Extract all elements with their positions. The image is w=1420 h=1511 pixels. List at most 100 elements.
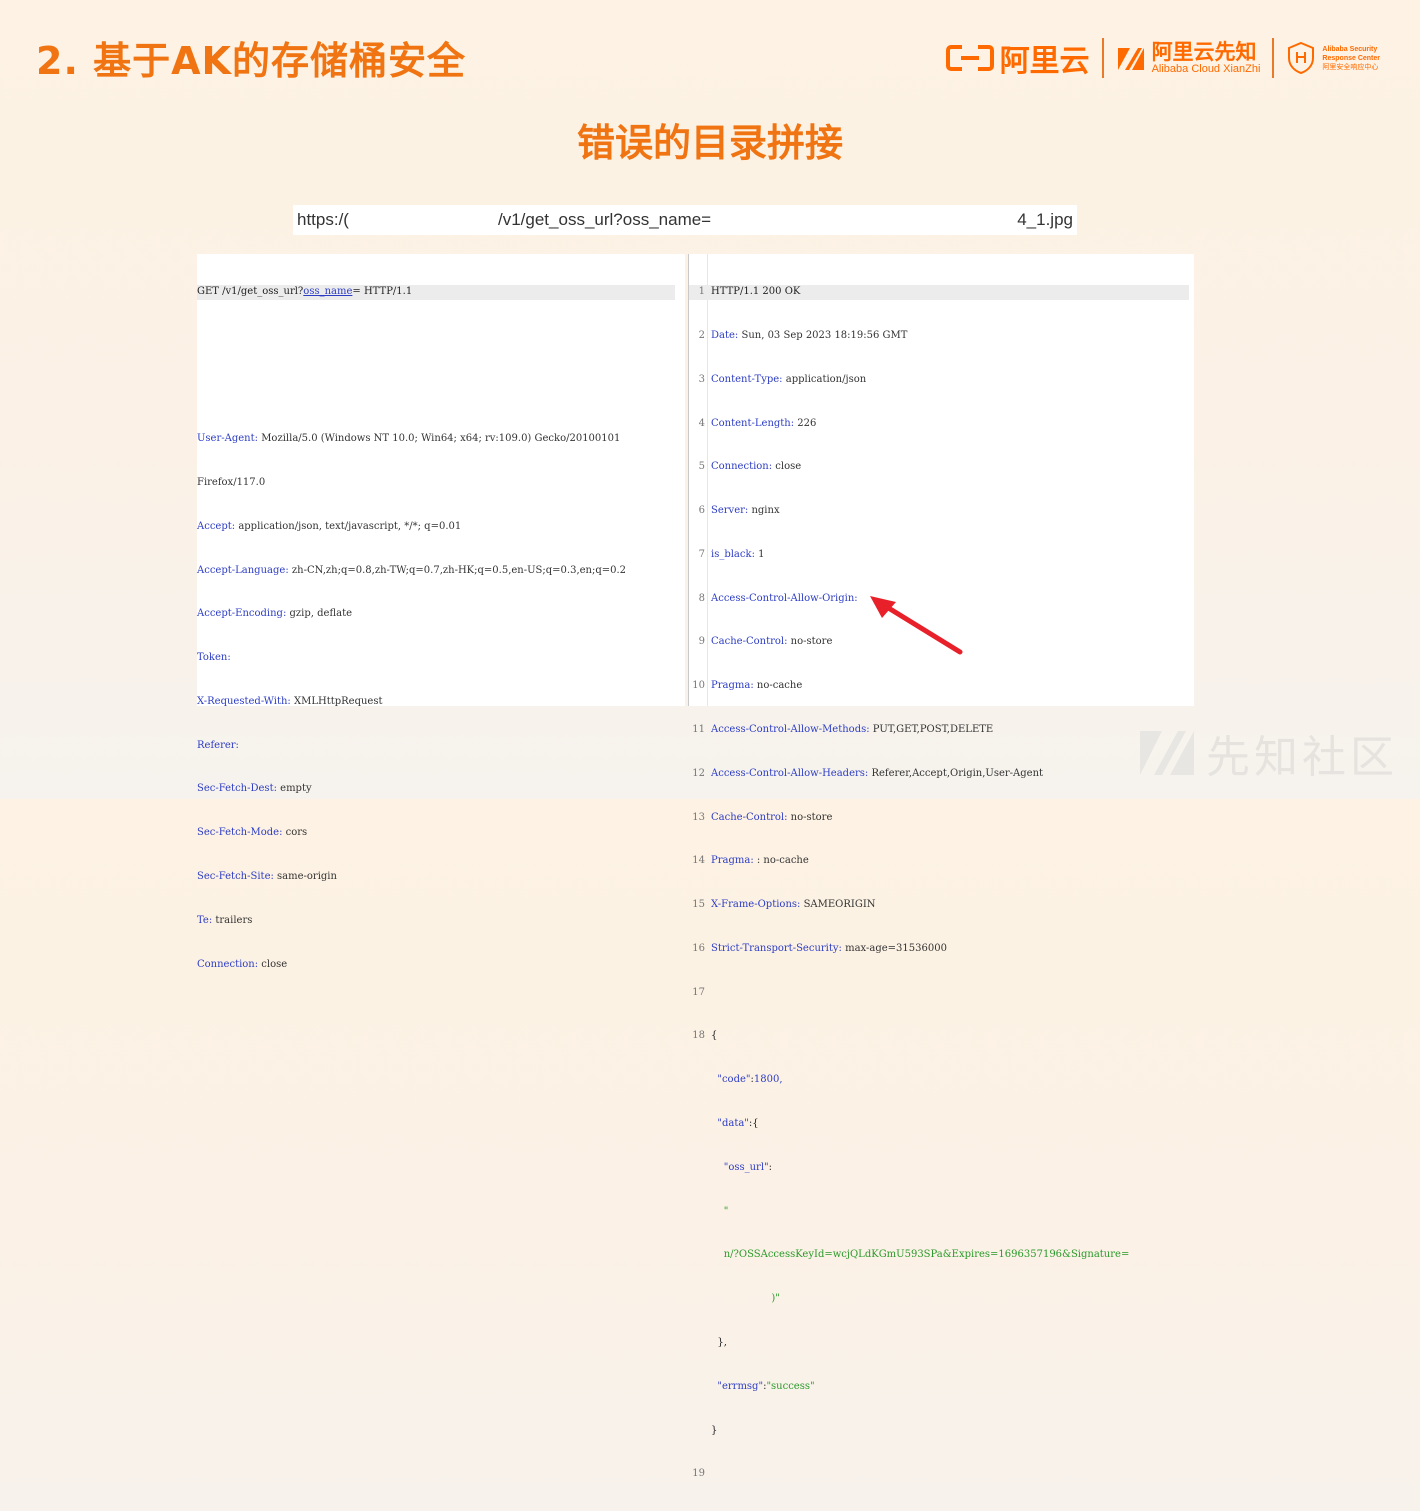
url-bar: https:/( /v1/get_oss_url?oss_name= 4_1.j… [293,205,1077,235]
xianzhi-logo-en: Alibaba Cloud XianZhi [1151,62,1261,75]
header-key: Content-Type [711,373,780,385]
line-number: 11 [692,724,705,735]
header-key: Accept [197,520,232,532]
header-key: X-Frame-Options [711,899,798,911]
header-value: Referer,Accept,Origin,User-Agent [868,767,1044,779]
header-key: Sec-Fetch-Mode [197,827,280,839]
header-value: zh-CN,zh;q=0.8,zh-TW;q=0.7,zh-HK;q=0.5,e… [288,564,627,576]
header-value: no-store [787,636,833,648]
header-value: same-origin [273,871,337,882]
header-row: Connection: close [197,958,288,970]
json-brace: :{ [748,1118,759,1130]
response-header-row: 6 Server: nginx [689,504,1189,519]
json-brace: }, [717,1336,727,1348]
header-row: Token: [197,652,231,664]
json-close: } [689,1424,1189,1439]
url-part-path: /v1/get_oss_url?oss_name= [498,210,712,229]
xianzhi-logo-cn: 阿里云先知 [1151,39,1257,64]
json-colon: : [768,1161,772,1173]
header-value: Mozilla/5.0 (Windows NT 10.0; Win64; x64… [258,433,621,445]
header-value: gzip, deflate [286,608,353,620]
header-key: Accept-Encoding [197,608,283,620]
response-header-row: 16 Strict-Transport-Security: max-age=315… [689,942,1189,957]
line-number: 2 [698,329,705,341]
json-oss-url-value-line: n/?OSSAccessKeyId=wcjQLdKGmU593SPa&Expir… [689,1248,1189,1263]
response-header-row: 4 Content-Length: 226 [689,417,1189,432]
json-brace: { [711,1030,718,1042]
json-errmsg-line: "errmsg":"success" [717,1380,815,1392]
response-header-row: 2 Date: Sun, 03 Sep 2023 18:19:56 GMT [689,329,1189,344]
request-line-method-path: GET /v1/get_oss_url? [197,286,304,298]
header-row: Sec-Fetch-Site: same-origin [197,871,337,882]
xianzhi-watermark-icon [1140,731,1194,775]
json-key: "errmsg" [717,1380,764,1392]
header-row: Te: trailers [197,914,253,926]
json-oss-url-quote-line: " [689,1205,1189,1220]
response-last-line: 19 [689,1467,1189,1482]
header-key: is_black [711,548,752,560]
header-value: Firefox/117.0 [197,476,266,488]
header-key: Date [711,329,735,341]
header-row: X-Requested-With: XMLHttpRequest [197,695,383,707]
line-number: 13 [692,811,705,823]
header-value: 1 [754,548,765,560]
line-number: 9 [698,636,705,648]
aliyun-logo-icon [945,45,994,71]
header-key: Access-Control-Allow-Headers [711,767,865,779]
url-part-filename: 4_1.jpg [1017,210,1073,229]
header-key: Accept-Language [197,564,286,576]
json-data-close: }, [689,1336,1189,1351]
xianzhi-logo-text: 阿里云先知 Alibaba Cloud XianZhi [1152,41,1261,76]
line-number: 19 [692,1468,705,1480]
header-key: Strict-Transport-Security [711,942,839,954]
json-value: "success" [766,1380,815,1392]
header-value: application/json [782,373,867,385]
asrc-line2: Response Center [1322,54,1380,62]
line-number: 8 [698,592,705,604]
header-row: Sec-Fetch-Dest: empty [197,783,312,795]
json-key: "oss_url" [723,1161,769,1173]
response-header-row: 11 Access-Control-Allow-Methods: PUT,GET,… [689,723,1189,738]
json-value: 1800, [753,1074,783,1086]
response-header-row: 10 Pragma: no-cache [689,679,1189,694]
line-number: 18 [692,1030,705,1042]
header-key: Cache-Control [711,811,785,823]
header-key: Connection [711,461,769,473]
response-header-row: 12 Access-Control-Allow-Headers: Referer,… [689,767,1189,782]
line-number: 17 [692,986,705,998]
json-key: "code" [717,1074,751,1086]
header-value: SAMEORIGIN [800,899,876,911]
header-value: trailers [212,914,253,926]
line-number: 10 [692,680,705,692]
line-number: 6 [698,505,705,517]
line-number: 3 [698,373,705,385]
header-value: application/json, text/javascript, */*; … [235,520,462,532]
oss-url-end: )" [771,1293,780,1305]
response-header-row: 7 is_black: 1 [689,548,1189,563]
json-brace: } [711,1424,718,1436]
logo-group: 阿里云 阿里云先知 Alibaba Cloud XianZhi Alibaba … [945,36,1380,80]
header-row: Sec-Fetch-Mode: cors [197,827,308,839]
header-value: 226 [794,417,817,429]
header-row: Firefox/117.0 [197,476,626,491]
header-value: cors [282,827,308,839]
logo-divider [1101,38,1104,78]
header-row: User-Agent: Mozilla/5.0 (Windows NT 10.0… [197,433,621,445]
header-value: close [772,461,802,473]
asrc-line1: Alibaba Security [1322,45,1378,53]
line-number: 1 [698,286,705,298]
header-key: Pragma [711,680,751,692]
json-open: 18 { [689,1029,1189,1044]
header-key: Access-Control-Allow-Origin [711,592,855,604]
header-value: empty [276,783,312,795]
header-value: PUT,GET,POST,DELETE [869,724,994,735]
header-key: Token [197,652,228,664]
aliyun-logo-text: 阿里云 [999,44,1090,79]
header-value: XMLHttpRequest [290,695,383,707]
response-header-row: 5 Connection: close [689,460,1189,475]
logo-divider [1272,38,1275,78]
request-line: GET /v1/get_oss_url?oss_name= HTTP/1.1 [197,285,675,300]
response-blank-line: 17 [689,986,1189,1001]
header-value: max-age=31536000 [841,942,947,954]
json-oss-url-end-line: )" [689,1292,1189,1307]
